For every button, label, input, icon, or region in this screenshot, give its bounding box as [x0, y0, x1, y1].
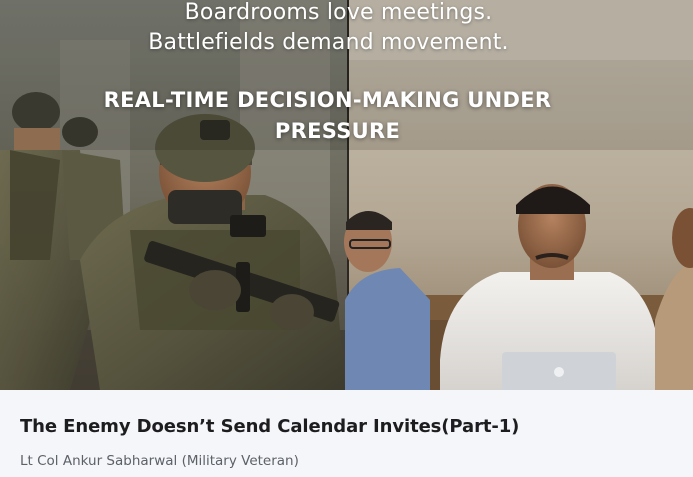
article-title[interactable]: The Enemy Doesn’t Send Calendar Invites(… [20, 414, 673, 440]
article-meta: The Enemy Doesn’t Send Calendar Invites(… [20, 414, 673, 470]
cover-headline: REAL-TIME DECISION-MAKING UNDER PRESSURE [0, 85, 693, 147]
cover-illustration [0, 0, 693, 390]
tagline-line-1: Boardrooms love meetings. [184, 0, 493, 25]
cover-image[interactable]: Boardrooms love meetings. Battlefields d… [0, 0, 693, 390]
cover-headline-line-1: REAL-TIME DECISION-MAKING UNDER [103, 88, 552, 112]
article-author[interactable]: Lt Col Ankur Sabharwal (Military Veteran… [20, 452, 673, 470]
article-card[interactable]: Boardrooms love meetings. Battlefields d… [0, 0, 693, 477]
tagline-line-2: Battlefields demand movement. [148, 30, 509, 55]
cover-headline-line-2: PRESSURE [274, 119, 401, 143]
